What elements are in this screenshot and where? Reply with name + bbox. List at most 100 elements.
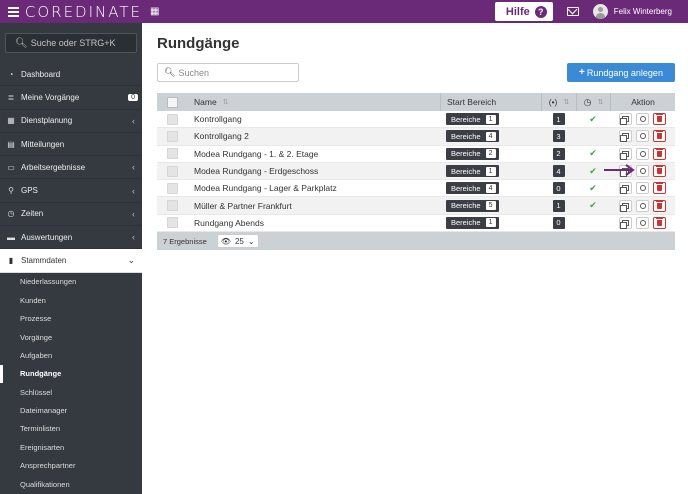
table-row[interactable]: Modea Rundgang - Erdgeschoss Bereiche 1 4…: [157, 162, 675, 181]
toggle-button[interactable]: [636, 182, 649, 195]
delete-button[interactable]: [653, 113, 666, 126]
message-icon: ▤: [7, 139, 15, 149]
select-all-checkbox[interactable]: [167, 96, 178, 108]
table-row[interactable]: Kontrollgang 2 Bereiche 4 3: [157, 128, 675, 146]
sidebar-subitem-dateimanager[interactable]: Dateimanager: [0, 401, 142, 419]
add-rundgang-button[interactable]: + Rundgang anlegen: [567, 63, 675, 82]
sidebar-item-auswertungen[interactable]: ▬ Auswertungen ‹: [0, 226, 142, 250]
start-area-badge: Bereiche 1: [446, 165, 499, 178]
delete-button[interactable]: [653, 147, 666, 160]
user-name[interactable]: Felix Winterberg: [614, 7, 672, 16]
page-size-select[interactable]: 👁︎ 25 ⌄: [216, 234, 259, 249]
sidebar-item-dashboard[interactable]: ◔ Dashboard: [0, 63, 142, 87]
copy-button[interactable]: [619, 216, 632, 229]
book-icon: ▮: [8, 256, 14, 266]
apps-grid-icon[interactable]: ▦: [150, 6, 159, 17]
sidebar-item-zeiten[interactable]: ◷ Zeiten ‹: [0, 203, 142, 227]
copy-icon: [620, 185, 629, 195]
toggle-button[interactable]: [636, 113, 649, 126]
sidebar-subitem-ereignisarten[interactable]: Ereignisarten: [0, 438, 142, 456]
column-header-start[interactable]: Start Bereich: [440, 93, 541, 111]
row-name[interactable]: Kontrollgang 2: [188, 131, 440, 141]
row-checkbox[interactable]: [167, 148, 178, 160]
sidebar-item-dienstplanung[interactable]: ▦ Dienstplanung ‹: [0, 110, 142, 133]
circle-icon: [639, 133, 646, 140]
toggle-button[interactable]: [636, 199, 649, 212]
copy-button[interactable]: [619, 182, 632, 195]
clock-icon: ◷: [7, 209, 15, 219]
table-row[interactable]: Modea Rundgang - Lager & Parkplatz Berei…: [157, 180, 675, 198]
row-name[interactable]: Modea Rundgang - 1. & 2. Etage: [188, 149, 440, 159]
sidebar-subitem-kunden[interactable]: Kunden: [0, 291, 142, 309]
start-area-badge: Bereiche 2: [446, 147, 499, 160]
row-checkbox[interactable]: [167, 217, 178, 229]
copy-button[interactable]: [619, 130, 632, 143]
brand-logo[interactable]: COREDINATE: [0, 0, 142, 23]
row-name[interactable]: Kontrollgang: [188, 114, 440, 124]
sidebar-subitem-vorgaenge[interactable]: Vorgänge: [0, 328, 142, 346]
sidebar-item-meine-vorgaenge[interactable]: ≣ Meine Vorgänge 0: [0, 86, 142, 110]
sidebar-item-mitteilungen[interactable]: ▤ Mitteilungen: [0, 133, 142, 157]
row-checkbox[interactable]: [167, 113, 178, 125]
column-header-name[interactable]: Name ⇅: [188, 93, 440, 111]
start-area-count: 2: [485, 149, 496, 159]
table-row[interactable]: Modea Rundgang - 1. & 2. Etage Bereiche 2…: [157, 146, 675, 163]
search-input[interactable]: 🔍︎ Suchen: [157, 63, 299, 82]
sidebar-item-stammdaten[interactable]: ▮ Stammdaten ⌄: [0, 249, 142, 273]
sidebar-item-arbeitsergebnisse[interactable]: ▭ Arbeitsergebnisse ‹: [0, 156, 142, 180]
copy-button[interactable]: [619, 147, 632, 160]
sidebar-subitem-rundgaenge[interactable]: Rundgänge: [0, 364, 142, 384]
table-row[interactable]: Müller & Partner Frankfurt Bereiche 5 1 ✔: [157, 197, 675, 215]
copy-button[interactable]: [619, 113, 632, 126]
copy-button[interactable]: [619, 199, 632, 212]
sidebar-subitem-prozesse[interactable]: Prozesse: [0, 309, 142, 327]
rundgaenge-table: Name ⇅ Start Bereich (•) ⇅ ◷ ⇅ Aktion Ko…: [157, 93, 675, 251]
row-name[interactable]: Modea Rundgang - Erdgeschoss: [188, 166, 440, 176]
chevron-down-icon: ⌄: [127, 255, 135, 266]
sidebar-item-label: Mitteilungen: [21, 139, 65, 149]
logo-bars-icon: [8, 6, 19, 17]
mail-icon[interactable]: [566, 7, 579, 16]
start-area-count: 1: [485, 166, 496, 176]
row-checkbox[interactable]: [167, 200, 178, 212]
toggle-button[interactable]: [636, 216, 649, 229]
row-checkbox[interactable]: [167, 165, 178, 177]
row-name[interactable]: Müller & Partner Frankfurt: [188, 201, 440, 211]
start-area-count: 5: [485, 201, 496, 211]
delete-button[interactable]: [653, 130, 666, 143]
check-icon: ✔: [589, 200, 597, 211]
table-icon: ▦: [7, 116, 15, 126]
sidebar-subitem-ansprechpartner[interactable]: Ansprechpartner: [0, 457, 142, 475]
sidebar-item-label: Dienstplanung: [21, 116, 73, 126]
table-row[interactable]: Kontrollgang Bereiche 1 1 ✔: [157, 111, 675, 129]
toggle-button[interactable]: [636, 130, 649, 143]
delete-button[interactable]: [653, 216, 666, 229]
row-checkbox[interactable]: [167, 182, 178, 194]
sidebar-search-input[interactable]: 🔍︎ Suche oder STRG+K: [5, 33, 137, 53]
broadcast-icon: (•): [548, 97, 558, 107]
trash-icon: [656, 166, 663, 175]
delete-button[interactable]: [653, 199, 666, 212]
sidebar-subitem-niederlassungen[interactable]: Niederlassungen: [0, 273, 142, 291]
avatar[interactable]: [592, 4, 608, 19]
count-badge: 2: [552, 147, 565, 160]
delete-button[interactable]: [653, 165, 666, 178]
row-name[interactable]: Modea Rundgang - Lager & Parkplatz: [188, 183, 440, 193]
help-button[interactable]: Hilfe ?: [494, 2, 553, 21]
sidebar-subitem-schluessel[interactable]: Schlüssel: [0, 383, 142, 401]
table-row[interactable]: Rundgang Abends Bereiche 1 0: [157, 215, 675, 233]
column-header-count[interactable]: (•) ⇅: [541, 93, 576, 111]
row-checkbox[interactable]: [167, 130, 178, 142]
trash-icon: [656, 114, 663, 123]
toggle-button[interactable]: [636, 147, 649, 160]
sidebar-subitem-terminlisten[interactable]: Terminlisten: [0, 420, 142, 438]
column-header-status[interactable]: ◷ ⇅: [576, 93, 610, 111]
check-icon: ✔: [589, 113, 597, 124]
sidebar-item-gps[interactable]: ⚲ GPS ‹: [0, 179, 142, 203]
row-name[interactable]: Rundgang Abends: [188, 218, 440, 228]
sidebar-subitem-qualifikationen[interactable]: Qualifikationen: [0, 475, 142, 493]
sidebar-subitem-aufgaben[interactable]: Aufgaben: [0, 346, 142, 364]
toggle-button[interactable]: [636, 165, 649, 178]
delete-button[interactable]: [653, 182, 666, 195]
search-placeholder: Suchen: [178, 67, 209, 78]
